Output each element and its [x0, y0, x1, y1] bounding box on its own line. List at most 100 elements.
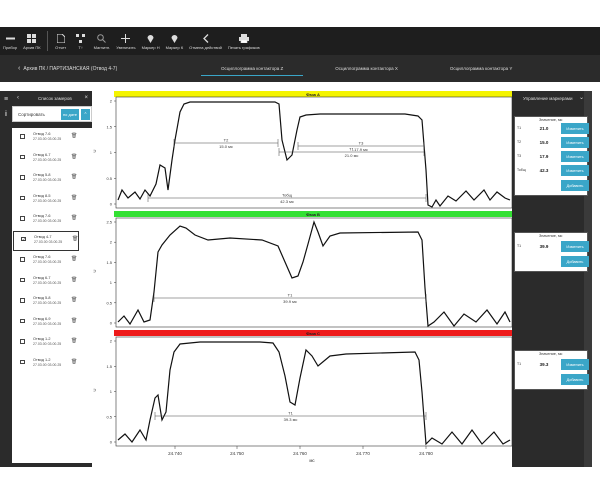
toolbar-marker-start-button[interactable]: Маркер Н: [142, 27, 160, 55]
checkbox[interactable]: [20, 195, 25, 200]
list-item[interactable]: Отвод 1-2 27.03.00 03.00.25 🗑: [12, 354, 92, 375]
phase-a-header: Фаза A: [114, 91, 512, 97]
change-button[interactable]: Изменить: [561, 137, 589, 148]
trash-icon[interactable]: 🗑: [71, 133, 77, 139]
add-marker-button[interactable]: Добавить: [561, 180, 589, 191]
phase-label: Фаза A: [306, 91, 320, 97]
item-name: Отвод 6-7: [33, 152, 51, 157]
trash-icon[interactable]: 🗑: [71, 359, 77, 365]
marker-key: T2: [517, 140, 522, 144]
change-button[interactable]: Изменить: [561, 123, 589, 134]
item-name: Отвод 1-2: [33, 357, 51, 362]
checkbox[interactable]: [20, 318, 25, 323]
toolbar-magnet-button[interactable]: Магнитн.: [94, 27, 110, 55]
item-date: 27.03.00 03.00.25: [33, 260, 62, 264]
checkbox[interactable]: [20, 216, 25, 221]
list-item[interactable]: Отвод 5-8 27.03.00 03.00.25 🗑: [12, 292, 92, 313]
close-icon[interactable]: ×: [84, 95, 88, 101]
list-item[interactable]: Отвод 6-7 27.03.00 03.00.25 🗑: [12, 272, 92, 293]
chevron-left-icon: [201, 33, 211, 43]
item-name: Отвод 7-6: [33, 214, 51, 218]
checkbox[interactable]: [20, 154, 25, 159]
marker-value[interactable]: 21.0: [529, 123, 559, 134]
marker-value[interactable]: 39.9: [529, 241, 559, 252]
item-date: 27.03.00 03.00.25: [33, 342, 62, 346]
checkbox[interactable]: [20, 298, 25, 303]
trash-icon[interactable]: 🗑: [71, 318, 77, 324]
checkbox[interactable]: [20, 339, 25, 344]
trash-icon[interactable]: 🗑: [71, 277, 77, 283]
trash-icon[interactable]: 🗑: [71, 256, 77, 262]
trash-icon[interactable]: 🗑: [72, 236, 78, 242]
marker-row: T1 39.9 Изменить: [515, 240, 589, 254]
marker-value[interactable]: 15.0: [529, 137, 559, 148]
list-item[interactable]: Отвод 5-8 27.03.00 03.00.25 🗑: [12, 169, 92, 190]
list-item[interactable]: Отвод 8-5 27.03.00 03.00.25 🗑: [12, 190, 92, 211]
item-name: Отвод 1-2: [33, 337, 51, 341]
checkbox[interactable]: [20, 257, 25, 262]
checkbox[interactable]: [20, 175, 25, 180]
add-marker-button[interactable]: Добавить: [561, 256, 589, 267]
trash-icon[interactable]: 🗑: [71, 174, 77, 180]
add-row: Добавить: [515, 179, 589, 193]
checkbox[interactable]: [20, 359, 25, 364]
list-item[interactable]: ✓ Отвод 4-7 27.03.00 03.00.25 🗑: [13, 230, 79, 251]
toolbar-archive-button[interactable]: Архив ПК: [23, 27, 41, 55]
tab-oscillogram-y[interactable]: Осциллограмма контактора Y: [424, 55, 539, 82]
trash-icon[interactable]: 🗑: [71, 338, 77, 344]
marker-row: T1 21.0 Изменить: [515, 122, 589, 136]
item-date: 27.03.00 03.00.25: [33, 198, 62, 203]
item-date: 27.03.00 03.00.25: [33, 280, 62, 285]
tab-label: Осциллограмма контактора X: [335, 66, 398, 71]
trash-icon[interactable]: 🗑: [71, 215, 77, 221]
list-item[interactable]: Отвод 1-2 27.03.00 03.00.25 🗑: [12, 333, 92, 354]
checkbox[interactable]: [20, 277, 25, 282]
toolbar-t-button[interactable]: T↑: [74, 27, 88, 55]
list-icon[interactable]: ≡: [2, 96, 10, 104]
marker-card-phase-b: Значение, мс T1 39.9 Изменить Добавить: [514, 232, 589, 272]
tab-oscillogram-z[interactable]: Осциллограмма контактора Z: [195, 55, 309, 82]
marker-value[interactable]: 17.9: [529, 151, 559, 162]
chevron-left-icon[interactable]: ‹: [18, 65, 20, 72]
list-item[interactable]: Отвод 7-6 27.03.00 03.00.25 🗑: [12, 128, 92, 149]
toolbar-device-button[interactable]: Прибор: [3, 27, 17, 55]
change-button[interactable]: Изменить: [561, 359, 589, 370]
list-item[interactable]: Отвод 7-6 27.03.00 03.00.25 🗑: [12, 251, 92, 272]
item-name: Отвод 8-5: [33, 193, 51, 198]
panel-header: Управление маркерами ⌄: [512, 91, 592, 105]
toolbar-print-button[interactable]: Печать графиков: [228, 27, 260, 55]
marker-row: T1 39.3 Изменить: [515, 358, 589, 372]
toolbar-label: Отчет: [55, 45, 67, 50]
item-date: 27.03.00 03.00.25: [33, 219, 62, 223]
change-button[interactable]: Изменить: [561, 151, 589, 162]
marker-row: T2 15.0 Изменить: [515, 136, 589, 150]
trash-icon[interactable]: 🗑: [71, 195, 77, 201]
toolbar-zoom-button[interactable]: Увеличить: [116, 27, 136, 55]
list-item[interactable]: Отвод 6-7 27.03.00 03.00.25 🗑: [12, 149, 92, 170]
trash-icon[interactable]: 🗑: [71, 297, 77, 303]
sort-by-date-button[interactable]: по дате: [61, 109, 79, 120]
add-marker-button[interactable]: Добавить: [561, 374, 589, 385]
checkbox[interactable]: ✓: [21, 236, 26, 241]
item-name: Отвод 4-7: [34, 234, 52, 239]
info-icon[interactable]: i: [2, 111, 10, 119]
toolbar-marker-end-button[interactable]: Маркер К: [166, 27, 183, 55]
tab-oscillogram-x[interactable]: Осциллограмма контактора X: [309, 55, 424, 82]
list-item[interactable]: Отвод 7-6 27.03.00 03.00.25 🗑: [12, 210, 92, 231]
sort-direction-button[interactable]: ⌃: [81, 109, 90, 120]
toolbar-report-button[interactable]: Отчет: [54, 27, 68, 55]
toolbar-label: Архив ПК: [23, 45, 41, 50]
marker-value[interactable]: 42.3: [529, 165, 559, 176]
breadcrumb[interactable]: ‹ Архив ПК / ПАРТИЗАНСКАЯ (Отвод 4-7): [18, 65, 117, 72]
trash-icon[interactable]: 🗑: [71, 154, 77, 160]
item-name: Отвод 5-8: [33, 173, 51, 177]
list-item[interactable]: Отвод 6-9 27.03.00 03.00.25 🗑: [12, 313, 92, 334]
chevron-left-icon[interactable]: ‹: [17, 95, 19, 101]
toolbar-divider: [46, 31, 48, 51]
toolbar-undo-button[interactable]: Отмена действий: [189, 27, 222, 55]
pin-icon: [146, 33, 156, 43]
change-button[interactable]: Изменить: [561, 241, 589, 252]
change-button[interactable]: Изменить: [561, 165, 589, 176]
marker-value[interactable]: 39.3: [529, 359, 559, 370]
checkbox[interactable]: [20, 134, 25, 139]
